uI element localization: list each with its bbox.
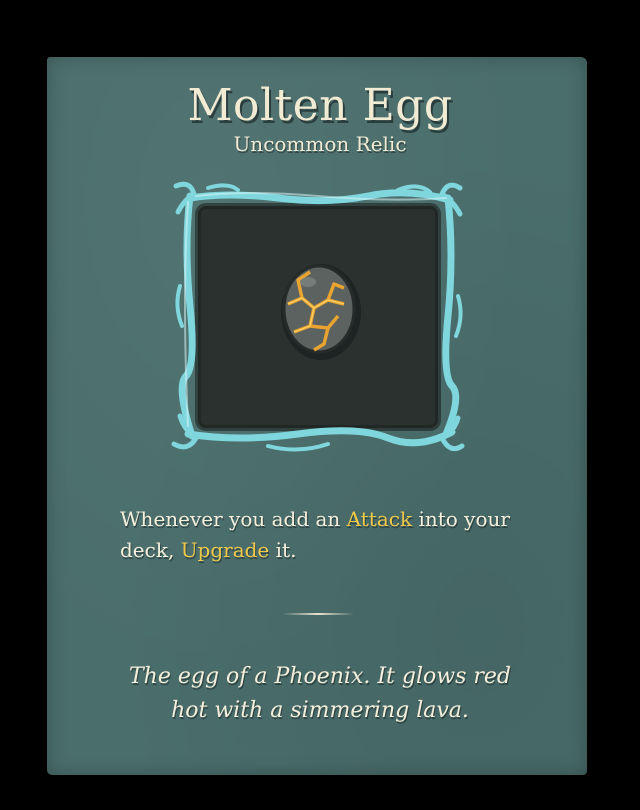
desc-text-3: it. — [269, 538, 297, 562]
divider-line — [282, 613, 354, 615]
flavor-line-1: The egg of a Phoenix. It glows red — [129, 664, 511, 689]
relic-description: Whenever you add an Attack into your dec… — [120, 504, 540, 566]
desc-text-1: Whenever you add an — [120, 507, 347, 531]
relic-title: Molten Egg — [187, 80, 453, 131]
keyword-attack: Attack — [346, 507, 413, 531]
molten-egg-icon — [281, 264, 361, 360]
relic-image-frame — [168, 176, 468, 452]
ornate-frame-icon — [171, 181, 465, 452]
flavor-line-2: hot with a simmering lava. — [171, 698, 469, 723]
keyword-upgrade: Upgrade — [180, 538, 270, 562]
relic-rarity: Uncommon Relic — [233, 132, 407, 156]
relic-flavor-text: The egg of a Phoenix. It glows red hot w… — [0, 660, 640, 728]
